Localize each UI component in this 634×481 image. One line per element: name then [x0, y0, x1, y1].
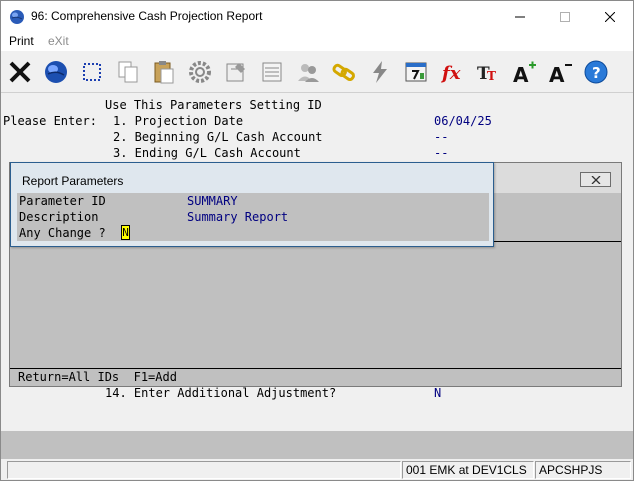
status-user: 001 EMK at DEV1CLS — [402, 461, 534, 479]
app-globe-icon — [9, 9, 25, 25]
function-icon[interactable]: fx — [435, 55, 469, 89]
any-change-input[interactable]: N — [121, 225, 130, 240]
calculator-icon[interactable] — [399, 55, 433, 89]
menu-exit[interactable]: eXit — [48, 34, 69, 48]
parameter-id-value: SUMMARY — [187, 194, 238, 208]
form-icon[interactable] — [219, 55, 253, 89]
key-hint-bar: Return=All IDs F1=Add — [10, 368, 621, 386]
svg-text:A: A — [549, 63, 565, 85]
select-icon[interactable] — [75, 55, 109, 89]
svg-text:fx: fx — [440, 63, 461, 84]
paste-icon[interactable] — [147, 55, 181, 89]
beginning-cash-account-value[interactable]: -- — [434, 129, 448, 145]
ending-cash-account-value[interactable]: -- — [434, 145, 448, 161]
settings-icon[interactable] — [183, 55, 217, 89]
list-icon[interactable] — [255, 55, 289, 89]
report-parameters-dialog: Report Parameters Parameter ID SUMMARY D… — [10, 162, 494, 247]
menu-bar: Print eXit — [1, 32, 633, 51]
font-increase-icon[interactable]: A — [507, 55, 541, 89]
additional-adjustment-label: 14. Enter Additional Adjustment? — [105, 386, 337, 400]
setting-id-heading: Use This Parameters Setting ID — [105, 98, 322, 112]
svg-text:A: A — [513, 63, 529, 85]
close-icon — [591, 175, 600, 184]
svg-text:T: T — [487, 69, 496, 83]
text-size-icon[interactable]: TT — [471, 55, 505, 89]
maximize-button[interactable] — [542, 1, 588, 32]
status-program: APCSHPJS — [535, 461, 631, 479]
help-icon[interactable]: ? — [579, 55, 613, 89]
description-label: Description — [19, 210, 99, 224]
beginning-cash-account-label: 2. Beginning G/L Cash Account — [113, 130, 323, 144]
font-decrease-icon[interactable]: A — [543, 55, 577, 89]
bottom-strip — [1, 431, 633, 459]
status-bar: 001 EMK at DEV1CLS APCSHPJS — [1, 459, 633, 480]
description-value: Summary Report — [187, 210, 289, 224]
close-icon[interactable] — [3, 55, 37, 89]
dialog-title: Report Parameters — [22, 174, 124, 188]
svg-text:?: ? — [592, 64, 601, 82]
additional-adjustment-value[interactable]: N — [434, 385, 441, 401]
ending-cash-account-label: 3. Ending G/L Cash Account — [113, 146, 301, 160]
link-icon[interactable] — [327, 55, 361, 89]
parameter-id-label: Parameter ID — [19, 194, 106, 208]
window-title: 96: Comprehensive Cash Projection Report — [31, 9, 263, 23]
any-change-label: Any Change ? — [19, 226, 106, 240]
globe-icon[interactable] — [39, 55, 73, 89]
please-enter-label: Please Enter: — [3, 114, 97, 128]
status-message-cell — [7, 461, 401, 479]
menu-print[interactable]: Print — [9, 34, 34, 48]
application-window: 96: Comprehensive Cash Projection Report… — [0, 0, 634, 481]
panel-close-button[interactable] — [580, 172, 611, 187]
close-window-button[interactable] — [587, 1, 633, 32]
minimize-button[interactable] — [497, 1, 543, 32]
copy-icon[interactable] — [111, 55, 145, 89]
projection-date-value[interactable]: 06/04/25 — [434, 113, 492, 129]
projection-date-label: 1. Projection Date — [113, 114, 244, 128]
lightning-icon[interactable] — [363, 55, 397, 89]
dialog-body: Parameter ID SUMMARY Description Summary… — [17, 193, 489, 241]
users-icon[interactable] — [291, 55, 325, 89]
title-bar: 96: Comprehensive Cash Projection Report — [1, 1, 633, 32]
toolbar: fx TT A A ? — [1, 51, 633, 93]
